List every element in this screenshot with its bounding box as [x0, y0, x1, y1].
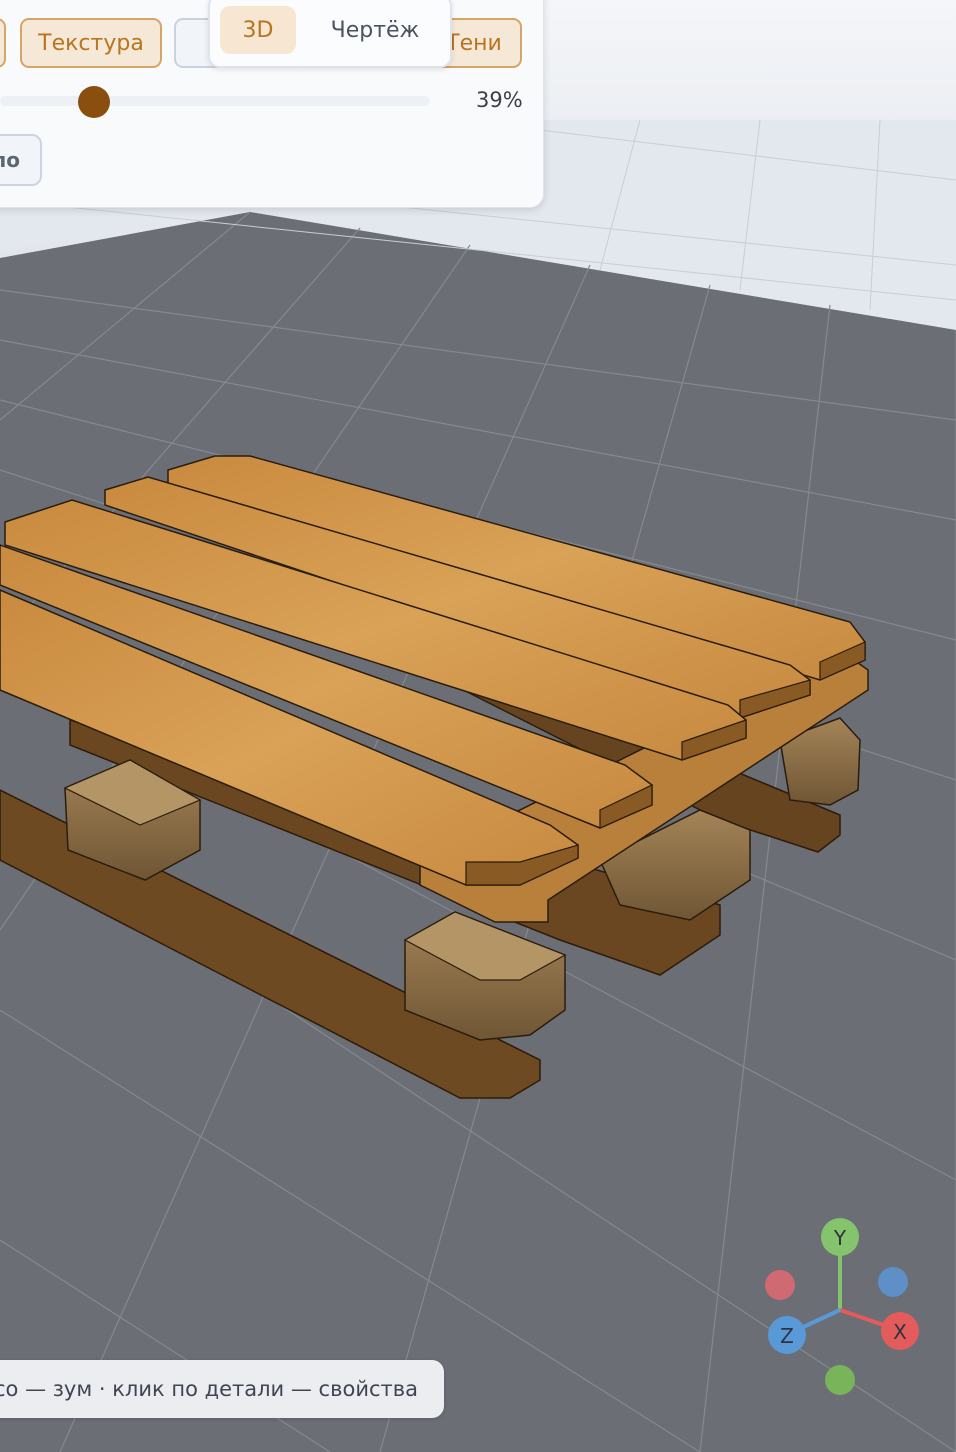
toggle-partial-button[interactable] — [0, 18, 6, 68]
x-axis-label: X — [893, 1320, 907, 1344]
opacity-slider-knob[interactable] — [78, 86, 110, 118]
neg-z-handle[interactable] — [878, 1267, 908, 1297]
3d-viewport[interactable]: Y X Z — [0, 0, 956, 1452]
shadows-toggle-label: Тени — [446, 30, 502, 56]
texture-toggle-button[interactable]: Текстура — [20, 18, 162, 68]
texture-toggle-label: Текстура — [38, 30, 144, 56]
neg-y-handle[interactable] — [825, 1365, 855, 1395]
status-hint: со — зум · клик по детали — свойства — [0, 1360, 444, 1418]
opacity-slider-track[interactable] — [0, 96, 430, 106]
z-axis-label: Z — [780, 1324, 794, 1348]
y-axis-label: Y — [833, 1226, 847, 1250]
opacity-value: 39% — [476, 88, 523, 112]
view-mode-drawing-button[interactable]: Чертёж — [316, 6, 434, 54]
reset-button[interactable]: ло — [0, 134, 42, 186]
view-mode-3d-button[interactable]: 3D — [220, 6, 296, 54]
neg-x-handle[interactable] — [765, 1270, 795, 1300]
reset-button-label: ло — [0, 148, 20, 172]
view-mode-switch: 3D Чертёж — [208, 0, 452, 68]
